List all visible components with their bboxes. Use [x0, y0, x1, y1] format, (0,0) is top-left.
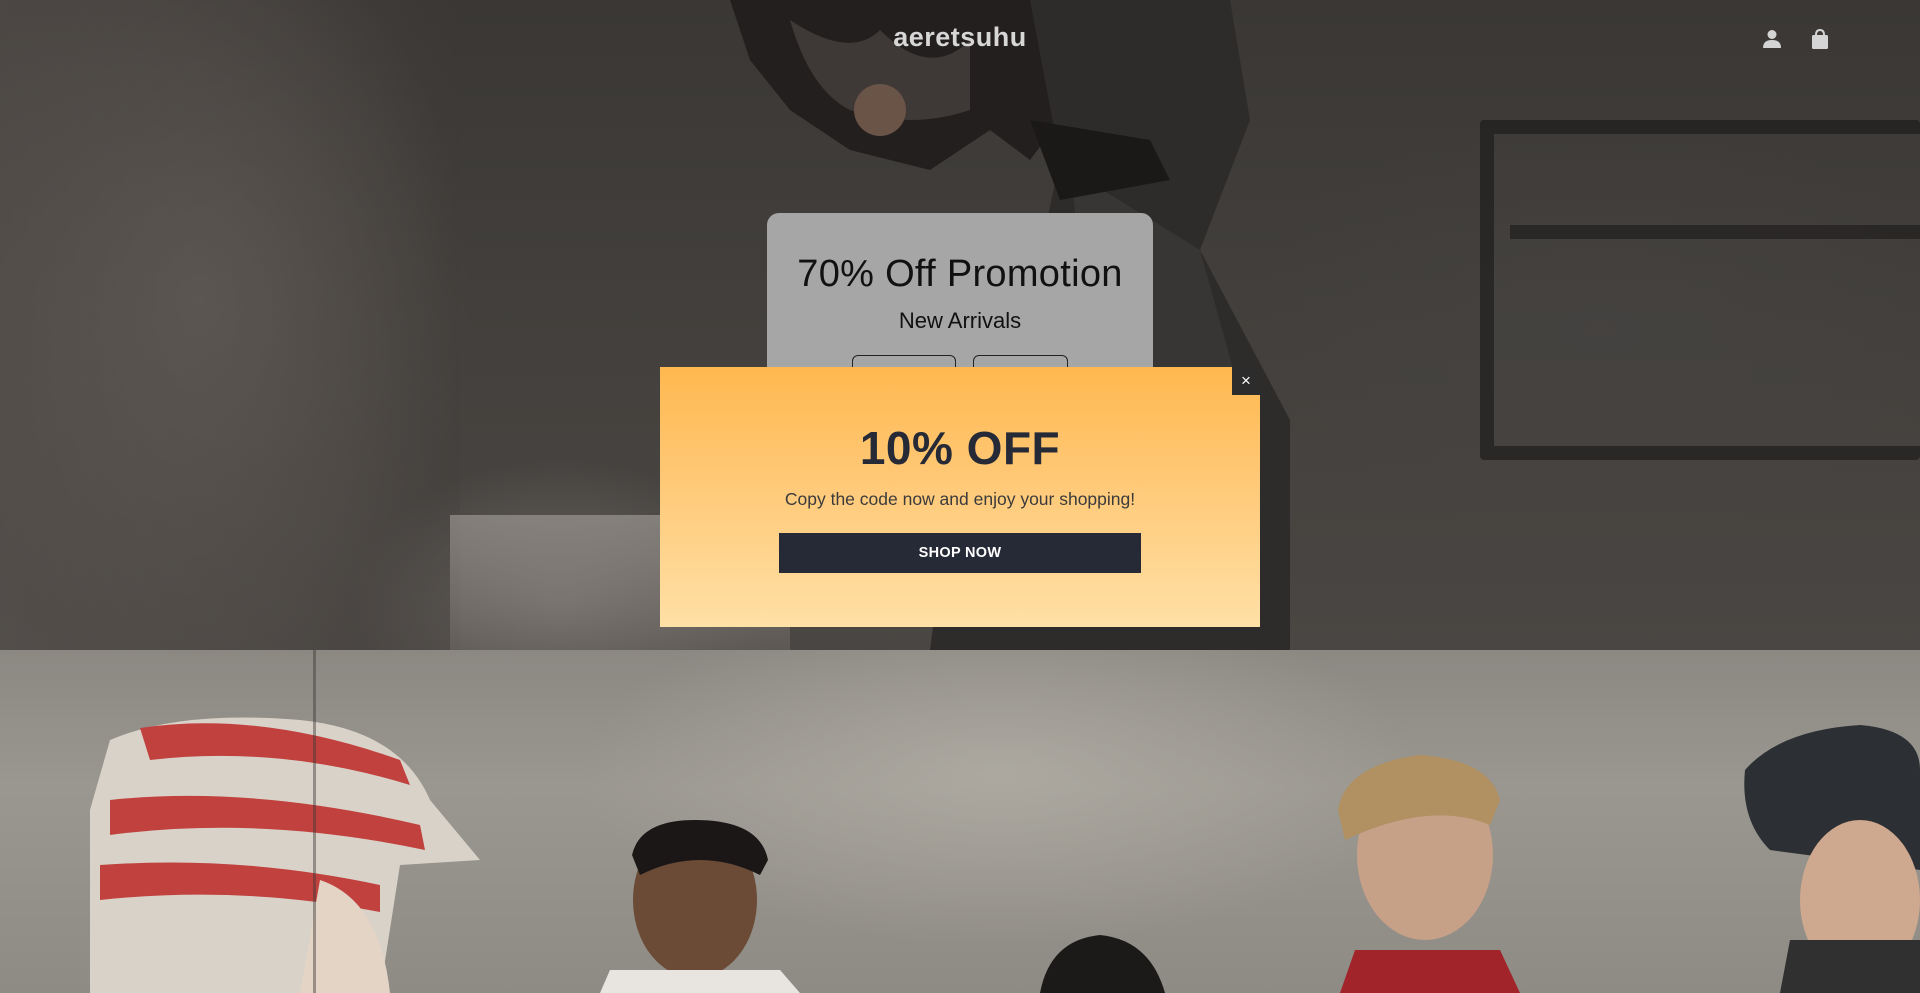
- account-icon[interactable]: [1761, 28, 1783, 50]
- discount-popup: 10% OFF Copy the code now and enjoy your…: [660, 367, 1260, 627]
- close-icon[interactable]: ×: [1232, 367, 1260, 395]
- cart-icon[interactable]: [1809, 28, 1831, 50]
- shop-now-button[interactable]: SHOP NOW: [779, 533, 1141, 573]
- hero-shelf-bar: [1510, 225, 1920, 239]
- lower-banner-image: [0, 650, 1920, 993]
- group-photo-figures: [90, 717, 1920, 993]
- store-logo[interactable]: aeretsuhu: [0, 22, 1920, 53]
- promo-card: 70% Off Promotion New Arrivals: [767, 213, 1153, 383]
- hero-shelf-shape: [1480, 120, 1920, 460]
- hero-wall-shading: [0, 0, 460, 650]
- wall-seam: [313, 650, 316, 993]
- promo-title: 70% Off Promotion: [797, 253, 1123, 295]
- popup-heading: 10% OFF: [859, 422, 1061, 474]
- popup-description: Copy the code now and enjoy your shoppin…: [784, 489, 1136, 509]
- promo-subtitle: New Arrivals: [898, 308, 1022, 333]
- site-header: aeretsuhu: [0, 0, 1920, 80]
